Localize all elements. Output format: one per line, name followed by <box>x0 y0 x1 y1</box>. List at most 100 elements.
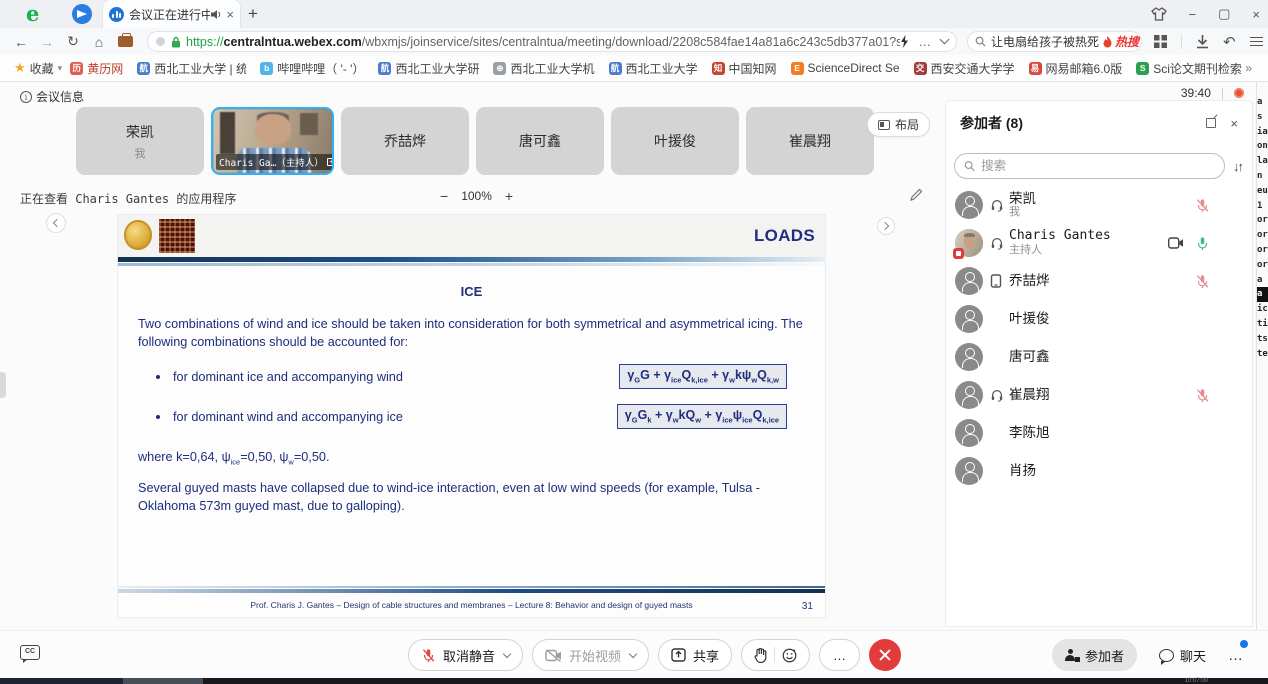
layout-button[interactable]: 布局 <box>867 112 930 137</box>
participant-thumbnail[interactable]: 唐可鑫 + <box>476 107 604 175</box>
zoom-out-button[interactable]: − <box>440 188 448 204</box>
participant-row[interactable]: 李陈旭 <box>946 414 1252 452</box>
home-button[interactable]: ⌂ <box>86 34 112 50</box>
taskbar-clock: 10:07:00 <box>1185 678 1208 684</box>
bookmark-favicon: 知 <box>712 62 725 75</box>
address-bar[interactable]: https://centralntua.webex.com/wbxmjs/joi… <box>147 31 957 52</box>
back-button[interactable]: ← <box>8 34 34 50</box>
participant-thumbnail[interactable]: 荣凯 我 + <box>76 107 204 175</box>
pin-icon[interactable]: + <box>327 158 334 166</box>
browser-skin-icon[interactable] <box>1151 7 1167 21</box>
mic-live-icon[interactable] <box>1195 236 1210 251</box>
browser-search-box[interactable]: 让电扇给孩子被热死 热搜 <box>967 31 1142 52</box>
avatar <box>955 191 983 219</box>
bookmarks-overflow-icon[interactable]: » <box>1245 61 1252 75</box>
mic-muted-icon[interactable] <box>1195 198 1210 213</box>
participant-search-box[interactable] <box>954 153 1225 179</box>
new-tab-button[interactable]: + <box>248 4 258 24</box>
bookmark-favicon: S <box>1136 62 1149 75</box>
taskbar-open-app[interactable] <box>123 678 203 684</box>
panel-popout-icon[interactable] <box>1206 118 1216 128</box>
participant-thumbnail[interactable]: 叶援俊 + <box>611 107 739 175</box>
window-maximize-button[interactable]: ▢ <box>1218 6 1230 22</box>
participants-toggle-button[interactable]: 参加者 <box>1052 639 1137 671</box>
workspace-icon[interactable] <box>118 36 133 47</box>
favorites-star-icon[interactable]: ★ <box>14 60 26 76</box>
bookmark-item[interactable]: ⊕ 西北工业大学机 <box>493 60 594 77</box>
participant-thumbnail[interactable]: 乔喆烨 + <box>341 107 469 175</box>
bookmark-item[interactable]: 交 西安交通大学学 <box>914 60 1015 77</box>
participant-row[interactable]: 崔晨翔 <box>946 376 1252 414</box>
secure-lock-icon <box>171 36 181 48</box>
participant-row[interactable]: 唐可鑫 <box>946 338 1252 376</box>
reactions-smiley-icon[interactable] <box>782 648 797 663</box>
shared-presentation-slide: LOADS ICE Two combinations of wind and i… <box>118 215 825 617</box>
bookmark-item[interactable]: 航 西北工业大学研 <box>378 60 479 77</box>
participant-row[interactable]: 肖扬 <box>946 452 1252 490</box>
download-icon[interactable] <box>1196 35 1209 49</box>
left-edge-handle[interactable] <box>0 372 6 398</box>
favorites-dropdown-icon[interactable]: ▾ <box>58 63 63 74</box>
participant-row[interactable]: 叶援俊 <box>946 300 1252 338</box>
notification-dot <box>1240 640 1248 648</box>
panel-close-icon[interactable]: × <box>1230 116 1238 131</box>
chat-button[interactable]: 聊天 <box>1159 646 1206 665</box>
panel-options-button[interactable]: … <box>1228 647 1244 664</box>
slide-footer: Prof. Charis J. Gantes – Design of cable… <box>118 600 825 610</box>
participant-thumbnail[interactable]: Charis Ga…（主持人）+ <box>211 107 334 175</box>
bookmark-item[interactable]: S Sci论文期刊检索 <box>1136 60 1242 77</box>
bookmark-item[interactable]: 知 中国知网 <box>712 60 777 77</box>
app-shortcut-icon[interactable] <box>72 4 92 24</box>
person-icon <box>955 381 983 409</box>
closed-captions-icon[interactable]: CC <box>20 645 40 660</box>
forward-button[interactable]: → <box>34 34 60 50</box>
bookmark-item[interactable]: 历 黄历网 <box>70 60 123 77</box>
browser-tab[interactable]: 会议正在进行中... × <box>103 0 240 28</box>
bookmark-item[interactable]: 航 西北工业大学 <box>609 60 698 77</box>
ie-browser-logo[interactable]: e <box>26 3 48 25</box>
bookmark-item[interactable]: E ScienceDirect Se <box>791 61 900 75</box>
window-minimize-button[interactable]: − <box>1189 7 1197 22</box>
participant-row[interactable]: Charis Gantes 主持人 <box>946 224 1252 262</box>
participant-row[interactable]: 荣凯 我 <box>946 186 1252 224</box>
undo-icon[interactable]: ↶ <box>1223 33 1236 51</box>
mic-muted-icon[interactable] <box>1195 388 1210 403</box>
lightning-icon[interactable] <box>900 35 909 48</box>
participant-thumbnail[interactable]: 崔晨翔 + <box>746 107 874 175</box>
search-suggestion: 让电扇给孩子被热死 <box>991 33 1099 50</box>
url-more-icon[interactable]: … <box>919 35 932 49</box>
annotate-pen-icon[interactable] <box>910 188 923 201</box>
start-video-button[interactable]: 开始视频 <box>532 639 649 671</box>
video-options-chevron[interactable] <box>629 649 637 657</box>
bookmark-item[interactable]: b 哔哩哔哩（ '- '） <box>260 60 364 77</box>
slide-page-number: 31 <box>802 601 813 612</box>
tab-audio-icon[interactable] <box>210 9 222 20</box>
sort-icon[interactable]: ↓↑ <box>1233 159 1242 174</box>
active-speaker-label: Charis Ga…（主持人）+ <box>216 154 334 170</box>
participant-search-input[interactable] <box>981 159 1215 173</box>
menu-icon[interactable] <box>1250 37 1263 46</box>
camera-on-icon[interactable] <box>1168 237 1184 249</box>
window-close-button[interactable]: × <box>1252 7 1260 22</box>
favorites-label[interactable]: 收藏 <box>30 60 54 77</box>
leave-meeting-button[interactable] <box>869 639 901 671</box>
tab-close-icon[interactable]: × <box>226 7 234 22</box>
zoom-in-button[interactable]: + <box>505 188 513 204</box>
apps-grid-icon[interactable] <box>1154 35 1167 48</box>
more-options-button[interactable]: … <box>819 639 860 671</box>
audio-options-chevron[interactable] <box>503 649 511 657</box>
unmute-button[interactable]: 取消静音 <box>408 639 523 671</box>
refresh-button[interactable]: ↻ <box>60 33 86 50</box>
participant-row[interactable]: 乔喆烨 <box>946 262 1252 300</box>
meeting-info-button[interactable]: i 会议信息 <box>20 88 84 105</box>
participant-list: 荣凯 我 <box>946 186 1252 490</box>
url-dropdown-icon[interactable] <box>940 35 950 45</box>
mic-muted-icon[interactable] <box>1195 274 1210 289</box>
bookmark-item[interactable]: 航 西北工业大学 | 统 <box>137 60 246 77</box>
bookmark-item[interactable]: 易 网易邮箱6.0版 <box>1029 60 1123 77</box>
share-button[interactable]: 共享 <box>658 639 732 671</box>
thumbnails-scroll-right-button[interactable] <box>877 217 895 235</box>
windows-taskbar[interactable]: 10:07:00 <box>0 678 1268 684</box>
raise-hand-icon[interactable] <box>754 648 767 663</box>
thumbnails-scroll-left-button[interactable] <box>46 213 66 233</box>
